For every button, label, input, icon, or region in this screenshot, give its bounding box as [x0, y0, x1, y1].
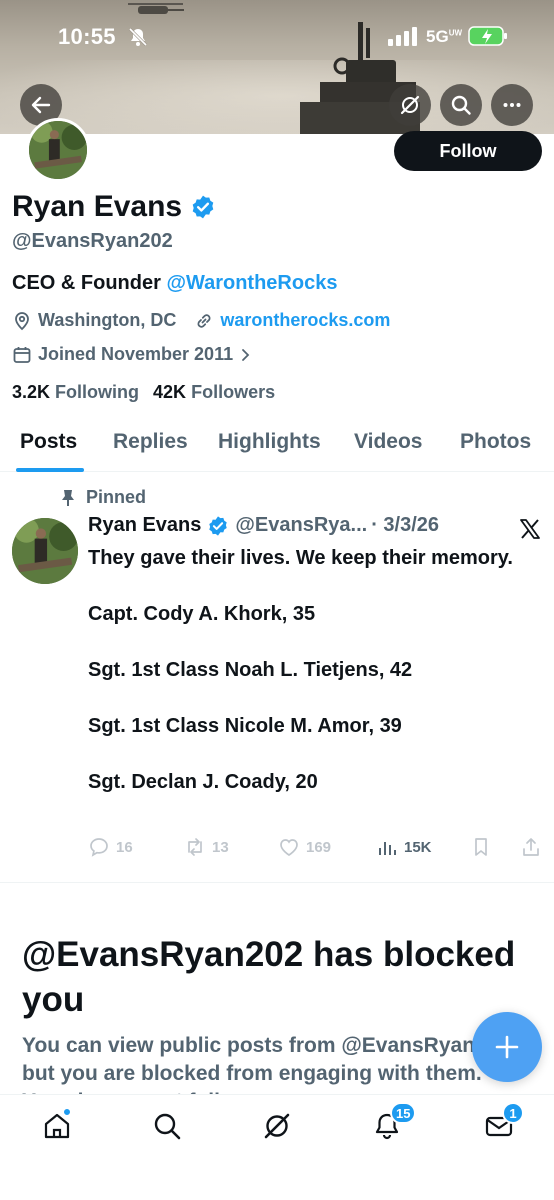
tab-replies[interactable]: Replies [113, 430, 188, 454]
profile-tabs: Posts Replies Highlights Videos Photos [0, 420, 554, 472]
repost-icon [188, 838, 202, 856]
post-line: Sgt. Declan J. Coady, 20 [88, 771, 318, 793]
followers-stat[interactable]: 42K Followers [153, 382, 275, 403]
home-unread-dot [63, 1108, 71, 1116]
reply-icon [90, 838, 108, 857]
compose-post-button[interactable] [472, 1012, 542, 1082]
grok-icon [400, 95, 420, 115]
post-author-name[interactable]: Ryan Evans [88, 514, 201, 537]
post-line: Sgt. 1st Class Noah L. Tietjens, 42 [88, 659, 413, 681]
views-chart-icon [379, 842, 396, 855]
post-author-avatar[interactable] [12, 518, 78, 584]
post-line: Sgt. 1st Class Nicole M. Amor, 39 [88, 715, 402, 737]
arrow-left-icon [31, 96, 51, 114]
link-icon [197, 313, 211, 328]
repost-button[interactable]: 13 [184, 836, 229, 858]
location-text: Washington, DC [38, 310, 177, 330]
post-header: Ryan Evans @EvansRya... · 3/3/26 [88, 514, 439, 537]
cellular-signal-icon [388, 27, 417, 46]
more-button[interactable] [491, 84, 533, 126]
joined-text: Joined November 2011 [38, 344, 234, 364]
post-actions: 16 13 169 15K [88, 836, 544, 860]
battery-charging-icon [468, 26, 507, 46]
following-stat[interactable]: 3.2K Following [12, 382, 139, 403]
website-link[interactable]: warontherocks.com [220, 310, 390, 331]
pinned-label: Pinned [86, 487, 147, 507]
grok-button[interactable] [389, 84, 431, 126]
repost-count: 13 [212, 838, 229, 856]
search-icon [451, 95, 471, 115]
bookmark-button[interactable] [470, 836, 498, 858]
chevron-right-icon [242, 348, 250, 361]
tab-highlights[interactable]: Highlights [218, 430, 321, 454]
like-count: 169 [306, 838, 332, 856]
pin-icon [62, 489, 74, 506]
bio-mention-link[interactable]: @WarontheRocks [166, 272, 337, 294]
view-count: 15K [404, 838, 432, 856]
avatar-photo [29, 121, 87, 179]
pinned-label-row: Pinned [60, 487, 146, 508]
post-text[interactable]: They gave their lives. We keep their mem… [88, 544, 528, 796]
like-button[interactable]: 169 [278, 836, 331, 858]
search-button[interactable] [440, 84, 482, 126]
post-author-handle: @EvansRya... [235, 514, 368, 536]
network-type: 5GUW [426, 27, 463, 46]
profile-bio: CEO & Founder @WarontheRocks [12, 272, 337, 295]
plus-icon [495, 1035, 519, 1059]
verified-badge-icon[interactable] [190, 194, 216, 220]
follow-stats: 3.2K Following 42K Followers [12, 382, 275, 403]
avatar-photo [12, 518, 78, 584]
reply-count: 16 [116, 838, 133, 856]
blocked-title: @EvansRyan202 has blocked you [22, 935, 516, 1019]
tab-videos[interactable]: Videos [354, 430, 422, 454]
bookmark-icon [475, 838, 487, 856]
profile-handle: @EvansRyan202 [12, 230, 173, 252]
status-bar: 10:55 5GUW [0, 0, 554, 60]
tab-photos[interactable]: Photos [460, 430, 531, 454]
status-time: 10:55 [58, 24, 116, 49]
messages-badge: 1 [502, 1102, 524, 1124]
nav-grok[interactable] [262, 1111, 292, 1141]
joined-row[interactable]: Joined November 2011 [12, 344, 259, 365]
location: Washington, DC [12, 310, 176, 331]
calendar-icon [13, 346, 31, 363]
post-date: · 3/3/26 [371, 514, 440, 536]
verified-badge-icon [209, 515, 228, 536]
bottom-navigation: 15 1 [0, 1094, 554, 1200]
more-icon [503, 103, 521, 107]
nav-messages[interactable]: 1 [484, 1102, 524, 1141]
website[interactable]: warontherocks.com [194, 310, 390, 331]
active-tab-indicator [16, 468, 84, 472]
share-icon [523, 838, 539, 856]
post-line: Capt. Cody A. Khork, 35 [88, 603, 316, 625]
nav-notifications[interactable]: 15 [372, 1102, 417, 1141]
profile-meta-row: Washington, DC warontherocks.com [12, 310, 390, 331]
share-button[interactable] [520, 836, 548, 858]
nav-search[interactable] [152, 1111, 182, 1141]
post-line: They gave their lives. We keep their mem… [88, 547, 513, 569]
bio-text: CEO & Founder [12, 272, 167, 294]
views-button[interactable]: 15K [376, 836, 432, 858]
heart-icon [280, 839, 298, 856]
notifications-badge: 15 [390, 1102, 417, 1124]
grok-icon [264, 1113, 290, 1139]
bell-slash-icon [128, 27, 148, 47]
section-divider [0, 882, 554, 883]
follow-button[interactable]: Follow [394, 131, 542, 171]
x-logo-icon[interactable] [518, 517, 542, 541]
nav-home[interactable] [42, 1108, 72, 1141]
profile-name: Ryan Evans [12, 190, 183, 223]
profile-name-row: Ryan Evans [12, 190, 216, 224]
search-icon [154, 1113, 181, 1140]
location-pin-icon [15, 311, 29, 330]
tab-posts[interactable]: Posts [20, 430, 77, 454]
profile-avatar[interactable] [26, 118, 90, 182]
reply-button[interactable]: 16 [88, 836, 133, 858]
